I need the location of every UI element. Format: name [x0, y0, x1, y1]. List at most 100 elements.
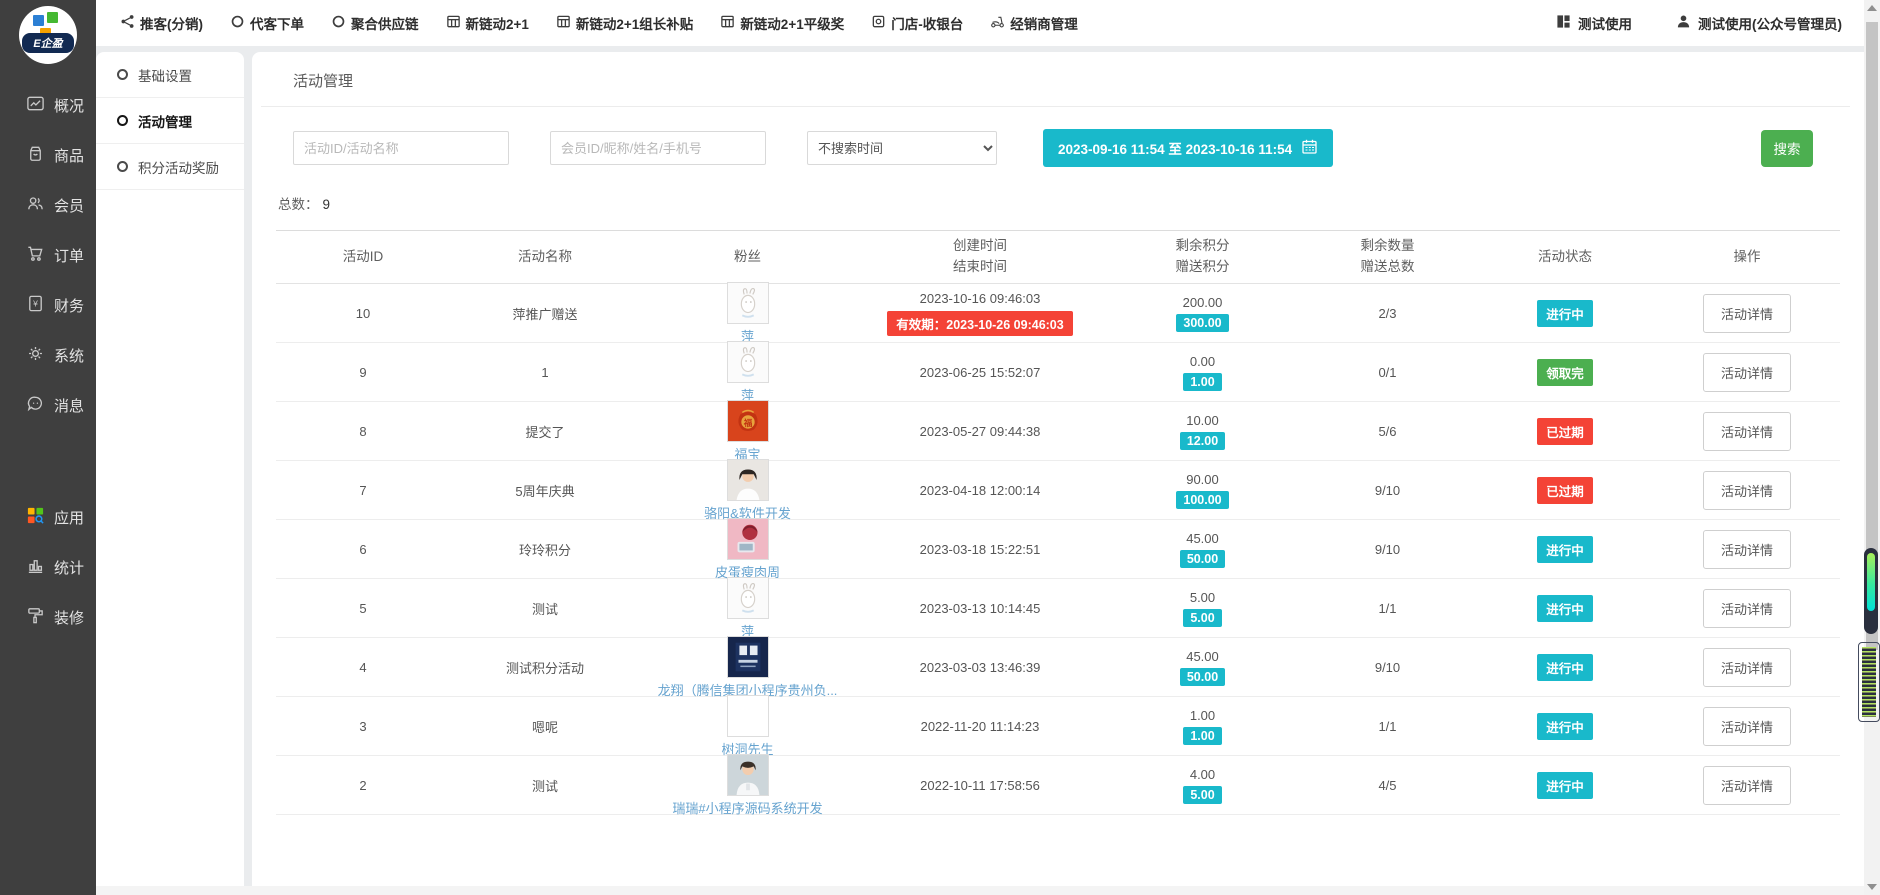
- header-points: 剩余积分赠送积分: [1105, 236, 1300, 278]
- row-remaining-points: 45.00: [1186, 649, 1219, 664]
- sidebar-item-label: 装修: [54, 607, 84, 628]
- row-created-time: 2023-06-25 15:52:07: [920, 365, 1041, 380]
- sidebar-item-label: 统计: [54, 557, 84, 578]
- activity-detail-button[interactable]: 活动详情: [1703, 471, 1791, 510]
- grid-icon: [446, 14, 461, 32]
- app-logo[interactable]: E企盈: [19, 6, 77, 64]
- row-activity-id: 5: [359, 601, 366, 616]
- horizontal-scrollbar[interactable]: [96, 886, 1864, 895]
- fan-avatar[interactable]: [727, 459, 769, 501]
- sidebar-nav: 概况 商品 会员 订单 ¥ 财务 系统: [0, 80, 96, 642]
- sidebar-item-goods[interactable]: 商品: [0, 130, 96, 180]
- row-gift-points-badge: 100.00: [1176, 491, 1228, 509]
- table-row: 2 测试 瑞瑞#小程序源码系统开发 2022-10-11 17:58:56 4.…: [276, 756, 1840, 815]
- header-activity-name: 活动名称: [450, 247, 640, 268]
- sidebar-item-member[interactable]: 会员: [0, 180, 96, 230]
- grid-icon: [720, 14, 735, 32]
- vertical-scrollbar[interactable]: [1864, 0, 1880, 895]
- sidebar-item-label: 订单: [54, 245, 84, 266]
- filter-bar: 不搜索时间 2023-09-16 11:54 至 2023-10-16 11:5…: [293, 129, 1813, 167]
- activity-detail-button[interactable]: 活动详情: [1703, 707, 1791, 746]
- chat-icon: [26, 394, 45, 417]
- activity-detail-button[interactable]: 活动详情: [1703, 412, 1791, 451]
- activity-detail-button[interactable]: 活动详情: [1703, 353, 1791, 392]
- sidebar-item-decorate[interactable]: 装修: [0, 592, 96, 642]
- fan-name-link[interactable]: 瑞瑞#小程序源码系统开发: [672, 798, 822, 817]
- header-activity-id: 活动ID: [276, 247, 450, 268]
- row-activity-name: 测试积分活动: [506, 658, 584, 677]
- date-range-button[interactable]: 2023-09-16 11:54 至 2023-10-16 11:54: [1043, 129, 1333, 167]
- row-activity-name: 测试: [532, 599, 558, 618]
- row-quantity: 5/6: [1378, 424, 1396, 439]
- submenu-item-basic-settings[interactable]: 基础设置: [96, 52, 244, 98]
- fan-avatar[interactable]: [727, 341, 769, 383]
- scroll-up-arrow-icon[interactable]: [1867, 5, 1877, 11]
- sidebar-item-label: 消息: [54, 395, 84, 416]
- submenu-item-activity-management[interactable]: 活动管理: [96, 98, 244, 144]
- row-gift-points-badge: 12.00: [1180, 432, 1225, 450]
- table-row: 9 1 萍 2023-06-25 15:52:07 0.00 1.00 0/1 …: [276, 343, 1840, 402]
- scroll-down-arrow-icon[interactable]: [1867, 884, 1877, 890]
- top-right-menu: 测试使用 测试使用(公众号管理员): [1556, 0, 1842, 46]
- test-app-entry[interactable]: 测试使用: [1556, 13, 1632, 33]
- header-status: 活动状态: [1475, 247, 1655, 268]
- fan-avatar[interactable]: [727, 282, 769, 324]
- sidebar-item-finance[interactable]: ¥ 财务: [0, 280, 96, 330]
- svg-text:¥: ¥: [32, 298, 38, 308]
- row-remaining-points: 4.00: [1190, 767, 1215, 782]
- fan-avatar[interactable]: [727, 754, 769, 796]
- account-menu[interactable]: 测试使用(公众号管理员): [1676, 13, 1842, 33]
- top-menu-tuike[interactable]: 推客(分销): [120, 13, 203, 33]
- top-menu-juhe[interactable]: 聚合供应链: [331, 13, 419, 33]
- time-filter-select[interactable]: 不搜索时间: [807, 131, 997, 165]
- status-badge: 进行中: [1537, 536, 1593, 563]
- sidebar-item-stats[interactable]: 统计: [0, 542, 96, 592]
- top-menu-mendian[interactable]: 门店-收银台: [871, 13, 963, 33]
- activity-detail-button[interactable]: 活动详情: [1703, 294, 1791, 333]
- sidebar-item-apps[interactable]: 应用: [0, 492, 96, 542]
- activity-search-input[interactable]: [293, 131, 509, 165]
- table-row: 4 测试积分活动 龙翔（腾信集团小程序贵州负... 2023-03-03 13:…: [276, 638, 1840, 697]
- activity-detail-button[interactable]: 活动详情: [1703, 766, 1791, 805]
- row-quantity: 9/10: [1375, 660, 1400, 675]
- submenu-label: 积分活动奖励: [138, 157, 219, 177]
- activity-detail-button[interactable]: 活动详情: [1703, 589, 1791, 628]
- submenu-item-points-rewards[interactable]: 积分活动奖励: [96, 144, 244, 190]
- row-activity-id: 2: [359, 778, 366, 793]
- sidebar-item-system[interactable]: 系统: [0, 330, 96, 380]
- fan-avatar[interactable]: [727, 636, 769, 678]
- top-menu-liandong[interactable]: 新链动2+1: [446, 13, 529, 33]
- sidebar-item-label: 财务: [54, 295, 84, 316]
- fan-avatar[interactable]: [727, 577, 769, 619]
- extension-widget-gradient[interactable]: [1864, 548, 1878, 634]
- circle-icon: [331, 14, 346, 32]
- sidebar-item-message[interactable]: 消息: [0, 380, 96, 430]
- status-badge: 进行中: [1537, 654, 1593, 681]
- logo-text: E企盈: [22, 33, 74, 53]
- main-sidebar: E企盈 概况 商品 会员 订单 ¥ 财务: [0, 0, 96, 895]
- row-gift-points-badge: 1.00: [1183, 727, 1221, 745]
- top-menu-pingji[interactable]: 新链动2+1平级奖: [720, 13, 844, 33]
- row-activity-name: 萍推广赠送: [512, 304, 577, 323]
- top-menu-label: 新链动2+1平级奖: [740, 13, 844, 33]
- activity-detail-button[interactable]: 活动详情: [1703, 530, 1791, 569]
- top-menu-daike[interactable]: 代客下单: [230, 13, 304, 33]
- row-created-time: 2023-03-13 10:14:45: [920, 601, 1041, 616]
- page-title: 活动管理: [261, 52, 1850, 107]
- top-menu-zuzhang[interactable]: 新链动2+1组长补贴: [556, 13, 693, 33]
- row-created-time: 2023-04-18 12:00:14: [920, 483, 1041, 498]
- row-remaining-points: 45.00: [1186, 531, 1219, 546]
- activity-detail-button[interactable]: 活动详情: [1703, 648, 1791, 687]
- member-search-input[interactable]: [550, 131, 766, 165]
- fan-avatar[interactable]: 福: [727, 400, 769, 442]
- row-quantity: 2/3: [1378, 306, 1396, 321]
- fan-avatar[interactable]: [727, 518, 769, 560]
- search-button[interactable]: 搜索: [1761, 130, 1813, 167]
- fan-avatar[interactable]: [727, 695, 769, 737]
- scooter-icon: [990, 14, 1005, 32]
- sidebar-item-order[interactable]: 订单: [0, 230, 96, 280]
- sidebar-item-overview[interactable]: 概况: [0, 80, 96, 130]
- top-menu-jingxiaoshang[interactable]: 经销商管理: [990, 13, 1078, 33]
- submenu-label: 基础设置: [138, 65, 192, 85]
- extension-widget-striped[interactable]: [1858, 642, 1880, 722]
